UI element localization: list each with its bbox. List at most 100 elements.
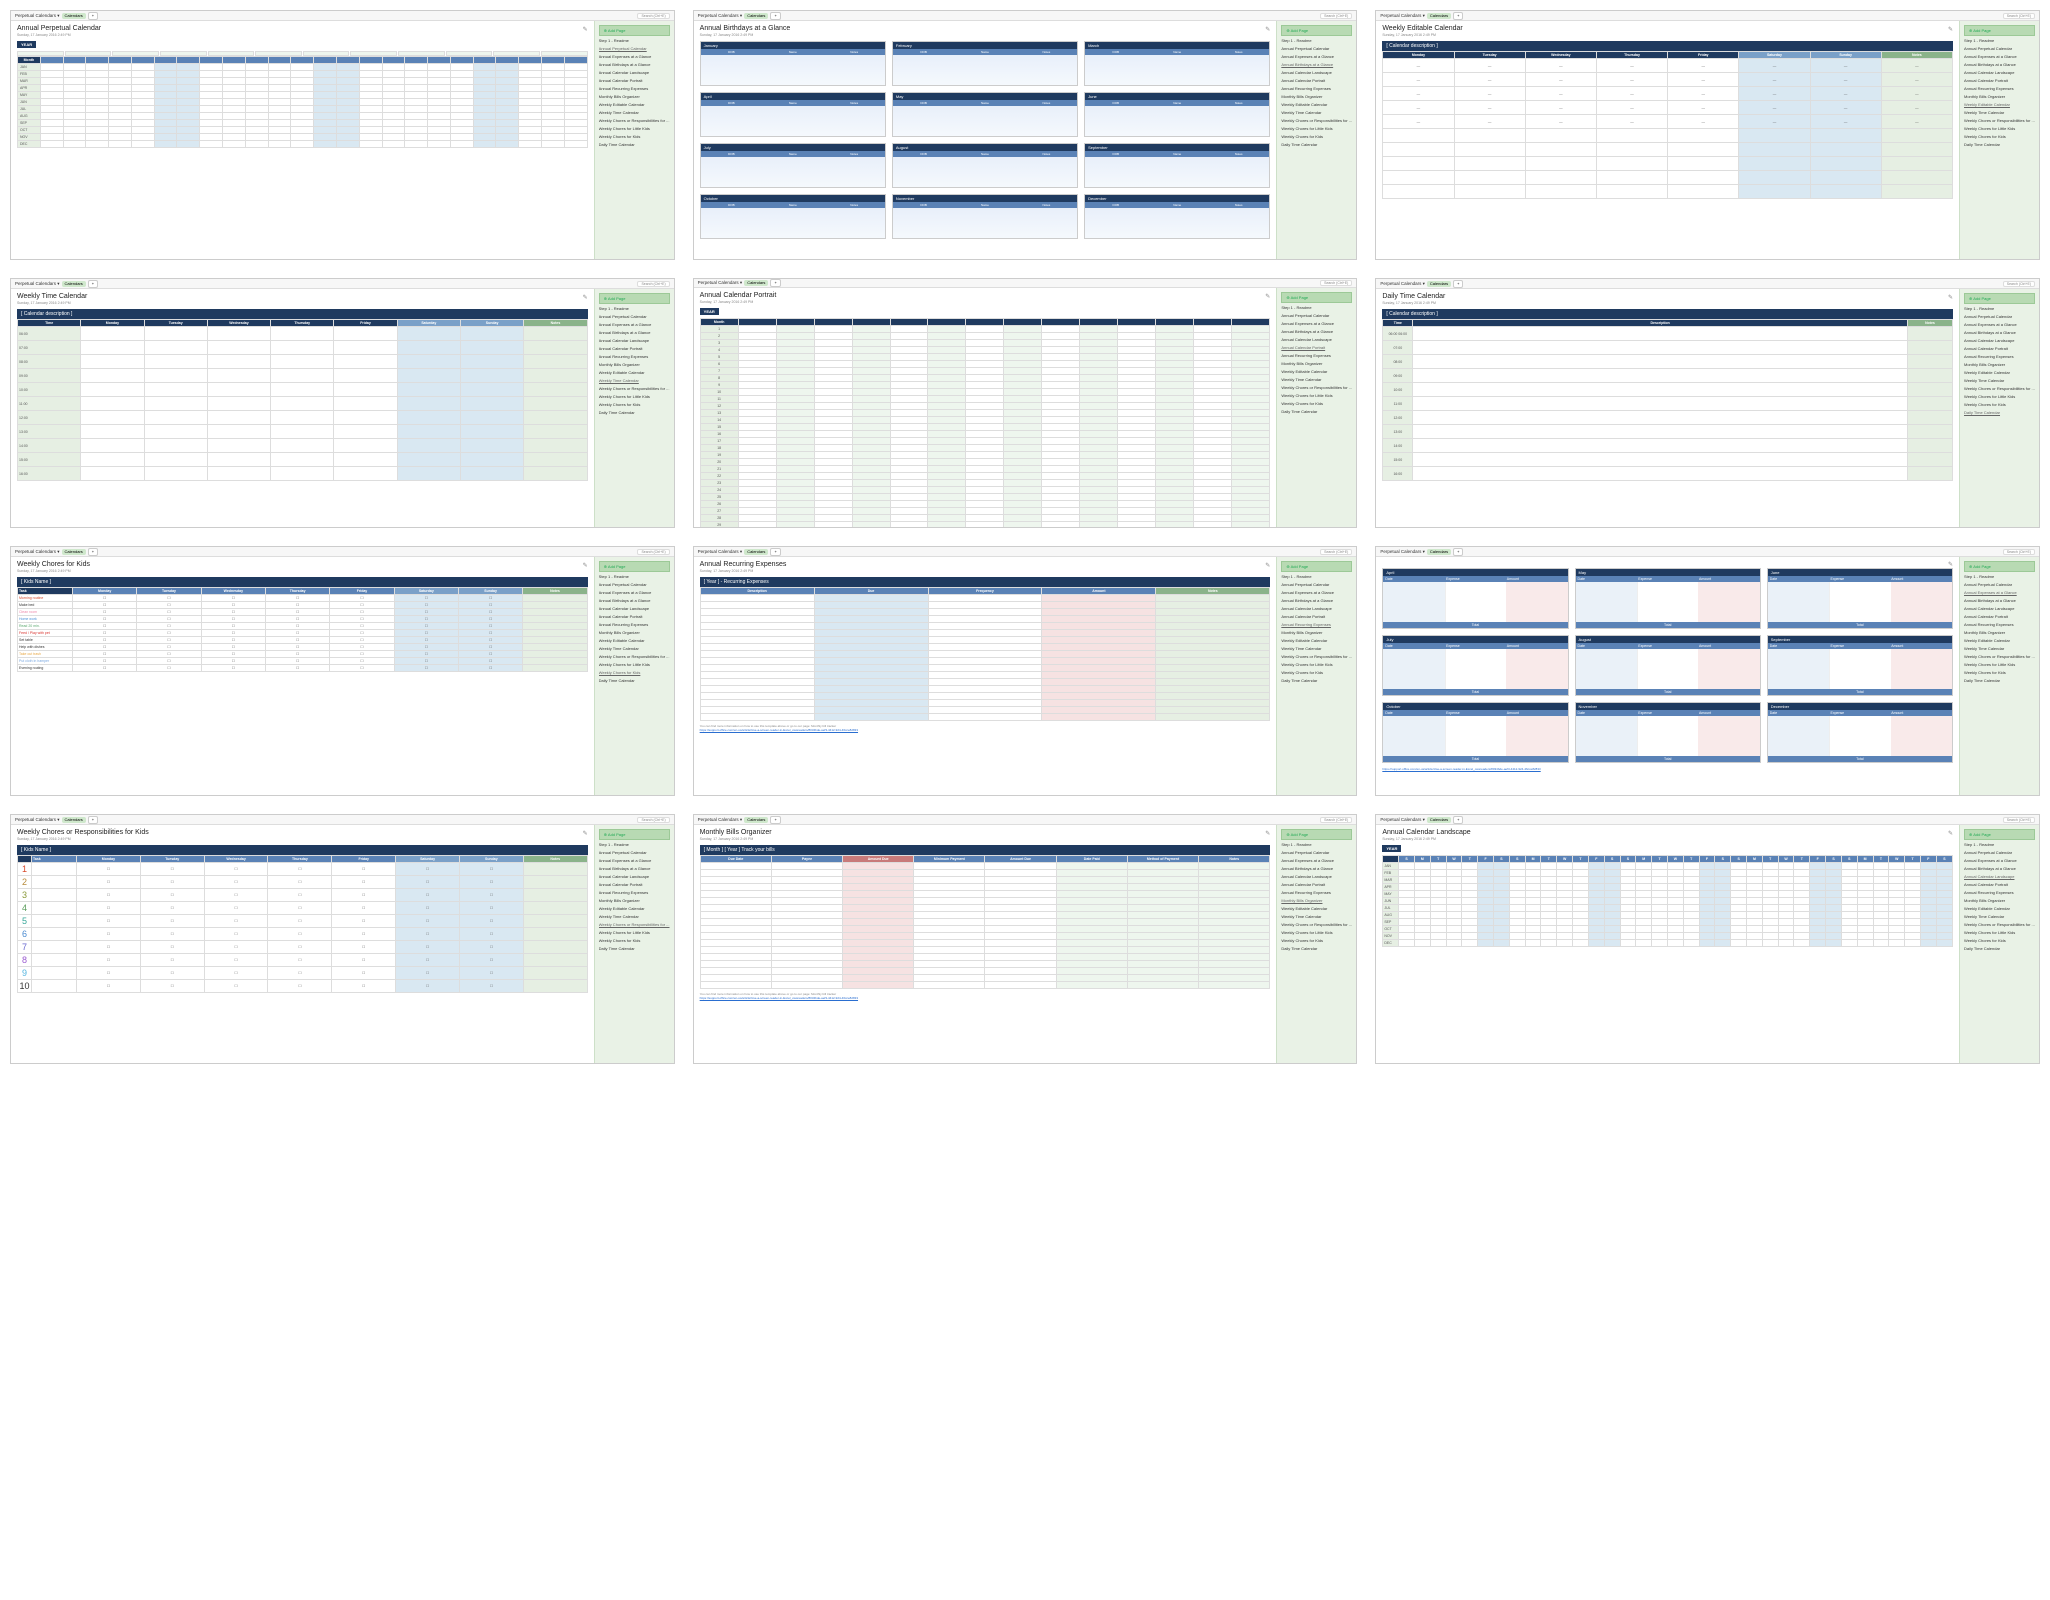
- cell[interactable]: [336, 120, 359, 127]
- cell[interactable]: [966, 382, 1004, 389]
- cell[interactable]: [1731, 877, 1747, 884]
- cell[interactable]: [738, 333, 776, 340]
- cell[interactable]: [359, 120, 382, 127]
- cell[interactable]: [700, 954, 771, 961]
- cell[interactable]: [1127, 891, 1198, 898]
- cell[interactable]: [700, 658, 814, 665]
- cell[interactable]: [966, 494, 1004, 501]
- cell[interactable]: [1762, 912, 1778, 919]
- cell[interactable]: [1194, 459, 1232, 466]
- page-link[interactable]: Daily Time Calendar: [1964, 946, 2035, 952]
- page-link[interactable]: Annual Expenses at a Glance: [1281, 590, 1352, 596]
- cell[interactable]: [1905, 919, 1921, 926]
- page-title[interactable]: Monthly Bills Organizer: [700, 829, 772, 836]
- cell[interactable]: [814, 522, 852, 529]
- cell[interactable]: [405, 127, 428, 134]
- cell[interactable]: [814, 347, 852, 354]
- cell[interactable]: [1604, 919, 1620, 926]
- check-cell[interactable]: ☐: [201, 630, 265, 637]
- cell[interactable]: [291, 106, 314, 113]
- cell[interactable]: [1905, 884, 1921, 891]
- cell[interactable]: [985, 982, 1056, 989]
- page-link[interactable]: Weekly Chores or Responsibilities for ..…: [1964, 386, 2035, 392]
- cell[interactable]: [524, 397, 587, 411]
- check-cell[interactable]: [523, 915, 587, 928]
- cell[interactable]: [519, 78, 542, 85]
- cell[interactable]: [1127, 940, 1198, 947]
- cell[interactable]: —: [1596, 87, 1667, 101]
- page-link[interactable]: Weekly Time Calendar: [599, 646, 670, 652]
- cell[interactable]: [1414, 870, 1430, 877]
- cell[interactable]: [154, 99, 177, 106]
- check-cell[interactable]: ☐: [458, 658, 522, 665]
- cell[interactable]: [1118, 382, 1156, 389]
- cell[interactable]: [1414, 863, 1430, 870]
- cell[interactable]: [154, 134, 177, 141]
- page-link[interactable]: Monthly Bills Organizer: [599, 94, 670, 100]
- check-cell[interactable]: ☐: [265, 665, 329, 672]
- page-link[interactable]: Annual Perpetual Calendar: [599, 850, 670, 856]
- cell[interactable]: [63, 134, 86, 141]
- cell[interactable]: [890, 438, 928, 445]
- source-link[interactable]: https://support.office.com/en-us/article…: [700, 996, 1271, 1000]
- page-link[interactable]: Annual Recurring Expenses: [1281, 622, 1352, 628]
- cell[interactable]: [271, 369, 334, 383]
- page-link[interactable]: Annual Calendar Portrait: [1964, 346, 2035, 352]
- cell[interactable]: [1873, 940, 1889, 947]
- cell[interactable]: [81, 327, 144, 341]
- cell[interactable]: [86, 85, 109, 92]
- cell[interactable]: [1156, 333, 1194, 340]
- page-link[interactable]: Weekly Chores for Little Kids: [1281, 930, 1352, 936]
- cell[interactable]: [359, 113, 382, 120]
- search-input[interactable]: Search (Ctrl+E): [1320, 817, 1352, 823]
- cell[interactable]: [814, 637, 928, 644]
- section-title[interactable]: Perpetual Calendars ▾: [698, 13, 743, 19]
- cell[interactable]: [966, 459, 1004, 466]
- page-link[interactable]: Daily Time Calendar: [1281, 409, 1352, 415]
- task-cell[interactable]: [32, 941, 77, 954]
- cell[interactable]: [1747, 863, 1763, 870]
- check-cell[interactable]: ☐: [396, 863, 460, 876]
- check-cell[interactable]: [523, 889, 587, 902]
- cell[interactable]: [1557, 905, 1573, 912]
- cell[interactable]: [524, 439, 587, 453]
- page-link[interactable]: Annual Birthdays at a Glance: [599, 62, 670, 68]
- cell[interactable]: [154, 127, 177, 134]
- cell[interactable]: [397, 467, 460, 481]
- cell[interactable]: [890, 473, 928, 480]
- cell[interactable]: [814, 333, 852, 340]
- page-link[interactable]: Annual Perpetual Calendar: [1281, 313, 1352, 319]
- check-cell[interactable]: ☐: [396, 876, 460, 889]
- cell[interactable]: [928, 382, 966, 389]
- cell[interactable]: [1668, 171, 1739, 185]
- page-link[interactable]: Annual Calendar Portrait: [1281, 882, 1352, 888]
- cell[interactable]: [207, 397, 270, 411]
- cell[interactable]: [1810, 926, 1826, 933]
- cell[interactable]: [1826, 877, 1842, 884]
- cell[interactable]: [928, 644, 1042, 651]
- task-cell[interactable]: [32, 954, 77, 967]
- cell[interactable]: [473, 134, 496, 141]
- cell[interactable]: [314, 134, 337, 141]
- cell[interactable]: [928, 410, 966, 417]
- cell[interactable]: [1920, 919, 1936, 926]
- cell[interactable]: [397, 453, 460, 467]
- cell[interactable]: [1731, 912, 1747, 919]
- cell[interactable]: [1604, 877, 1620, 884]
- cell[interactable]: —: [1739, 73, 1810, 87]
- cell[interactable]: [1762, 884, 1778, 891]
- page-link[interactable]: Annual Calendar Portrait: [1281, 345, 1352, 351]
- cell[interactable]: [852, 326, 890, 333]
- page-link[interactable]: Annual Recurring Expenses: [1281, 353, 1352, 359]
- cell[interactable]: [776, 480, 814, 487]
- page-link[interactable]: Weekly Chores for Kids: [599, 134, 670, 140]
- cell[interactable]: [890, 466, 928, 473]
- cell[interactable]: [1841, 926, 1857, 933]
- cell[interactable]: [1652, 926, 1668, 933]
- notes-cell[interactable]: [1908, 383, 1953, 397]
- cell[interactable]: [1573, 891, 1589, 898]
- cell[interactable]: [1127, 863, 1198, 870]
- cell[interactable]: [519, 134, 542, 141]
- cell[interactable]: [1509, 877, 1525, 884]
- cell[interactable]: [771, 863, 842, 870]
